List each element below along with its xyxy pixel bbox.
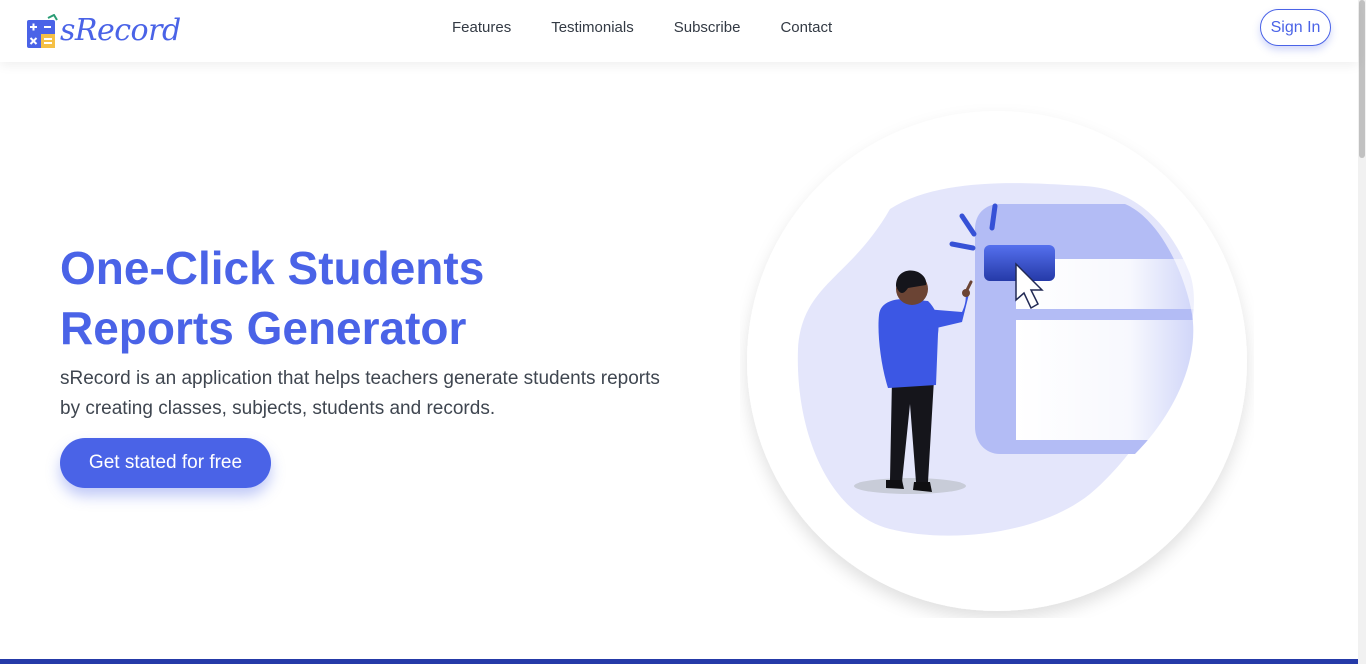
brand-name: sRecord [60, 13, 181, 48]
page-scrollbar[interactable] [1358, 0, 1366, 664]
scrollbar-thumb[interactable] [1359, 0, 1365, 158]
bottom-accent-bar [0, 659, 1358, 664]
nav-link-features[interactable]: Features [452, 19, 511, 36]
nav-link-subscribe[interactable]: Subscribe [674, 19, 741, 36]
calculator-icon [26, 13, 58, 48]
brand-logo[interactable]: sRecord [26, 9, 181, 53]
nav-link-contact[interactable]: Contact [780, 19, 832, 36]
top-navbar: sRecord Features Testimonials Subscribe … [0, 0, 1358, 62]
nav-link-testimonials[interactable]: Testimonials [551, 19, 634, 36]
hero-title: One-Click Students Reports Generator [60, 238, 580, 358]
main-nav: Features Testimonials Subscribe Contact [452, 0, 872, 54]
hero-illustration [740, 104, 1254, 618]
sign-in-button[interactable]: Sign In [1260, 9, 1331, 46]
get-started-button[interactable]: Get stated for free [60, 438, 271, 488]
hero-title-line1: One-Click Students [60, 242, 485, 294]
hero-title-line2: Reports Generator [60, 302, 467, 354]
hero-description: sRecord is an application that helps tea… [60, 368, 660, 419]
